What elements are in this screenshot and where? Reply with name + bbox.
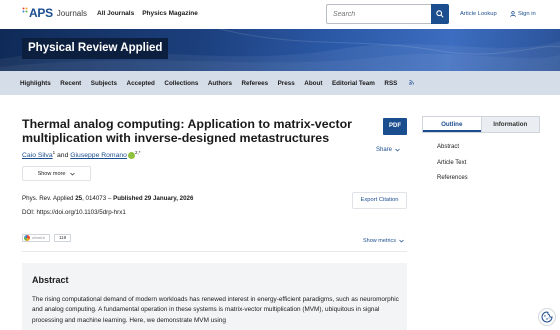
doi[interactable]: DOI: https://doi.org/10.1103/5drp-hrx1 — [22, 209, 126, 216]
journal-title[interactable]: Physical Review Applied — [22, 38, 169, 59]
citation-count[interactable]: 119 — [54, 234, 72, 242]
share-label: Share — [376, 147, 393, 153]
chevron-down-icon — [399, 239, 404, 243]
nav-press[interactable]: Press — [278, 80, 295, 87]
altmetric-badge[interactable]: altmetric — [22, 234, 50, 242]
show-metrics-label: Show metrics — [363, 238, 397, 244]
rss-icon — [409, 79, 414, 85]
outline-item-references[interactable]: References — [437, 175, 468, 181]
affiliation-mark: 1 — [52, 150, 56, 155]
aps-logo-icon — [22, 7, 28, 13]
section-nav: Highlights Recent Subjects Accepted Coll… — [0, 71, 560, 95]
article-title: Thermal analog computing: Application to… — [22, 117, 352, 145]
nav-about[interactable]: About — [304, 80, 322, 87]
article-number: , 014073 – — [82, 195, 114, 202]
sign-in-link[interactable]: Sign in — [510, 11, 536, 17]
abstract-heading: Abstract — [32, 275, 69, 285]
outline-list: Abstract Article Text References — [437, 144, 468, 191]
sign-in-label: Sign in — [518, 11, 536, 17]
nav-rss-label: RSS — [384, 79, 398, 87]
author-link[interactable]: Giuseppe Romano — [70, 152, 127, 159]
nav-collections[interactable]: Collections — [164, 80, 198, 87]
nav-physics-magazine[interactable]: Physics Magazine — [142, 10, 198, 17]
divider — [22, 251, 407, 252]
nav-accepted[interactable]: Accepted — [127, 80, 155, 87]
outline-item-abstract[interactable]: Abstract — [437, 144, 468, 150]
nav-subjects[interactable]: Subjects — [91, 80, 117, 87]
top-bar: APS Journals All Journals Physics Magazi… — [0, 0, 560, 29]
nav-editorial-team[interactable]: Editorial Team — [332, 80, 375, 87]
author-list: Caio Silva 1 and Giuseppe Romano 2,* — [22, 150, 141, 159]
aps-logo[interactable]: APS Journals — [22, 6, 87, 20]
user-icon — [510, 11, 516, 17]
nav-rss[interactable]: RSS — [384, 79, 414, 87]
author-link[interactable]: Caio Silva — [22, 152, 53, 159]
affiliation-mark: 2,* — [134, 150, 141, 155]
cookie-settings-button[interactable] — [538, 308, 556, 326]
search-button[interactable] — [431, 4, 449, 24]
nav-authors[interactable]: Authors — [208, 80, 232, 87]
cookie-icon — [541, 311, 553, 323]
show-more-button[interactable]: Show more — [22, 166, 91, 181]
abstract-text: The rising computational demand of moder… — [32, 296, 399, 324]
logo-suffix: Journals — [56, 8, 88, 18]
published-date: Published 29 January, 2026 — [113, 195, 194, 202]
chevron-down-icon — [395, 148, 400, 152]
top-nav: All Journals Physics Magazine — [97, 10, 198, 17]
logo-text: APS — [29, 6, 53, 20]
tab-information[interactable]: Information — [480, 117, 539, 132]
orcid-icon[interactable] — [127, 152, 135, 159]
nav-highlights[interactable]: Highlights — [20, 80, 51, 87]
journal-banner: Physical Review Applied — [0, 29, 560, 71]
nav-referees[interactable]: Referees — [241, 80, 268, 87]
altmetric-label: altmetric — [32, 236, 46, 240]
altmetric-donut-icon — [24, 235, 30, 241]
metrics-row: altmetric 119 — [22, 234, 72, 242]
nav-recent[interactable]: Recent — [60, 80, 81, 87]
search-input[interactable] — [326, 4, 431, 24]
search-icon — [436, 10, 444, 18]
show-more-label: Show more — [37, 170, 66, 177]
sidebar-tabs: Outline Information — [422, 116, 540, 133]
nav-all-journals[interactable]: All Journals — [97, 10, 134, 17]
chevron-down-icon — [70, 172, 76, 176]
journal-reference: Phys. Rev. Applied 25, 014073 – Publishe… — [22, 195, 193, 202]
article-lookup-link[interactable]: Article Lookup — [460, 11, 497, 17]
author-separator: and — [57, 152, 69, 159]
show-metrics-button[interactable]: Show metrics — [363, 238, 404, 244]
export-citation-button[interactable]: Export Citation — [352, 192, 407, 209]
outline-item-article-text[interactable]: Article Text — [437, 160, 468, 166]
journal-ref-prefix: Phys. Rev. Applied — [22, 195, 76, 202]
abstract-section: Abstract The rising computational demand… — [22, 263, 407, 330]
pdf-button[interactable]: PDF — [383, 118, 407, 135]
tab-outline[interactable]: Outline — [423, 117, 481, 132]
share-button[interactable]: Share — [376, 147, 400, 153]
